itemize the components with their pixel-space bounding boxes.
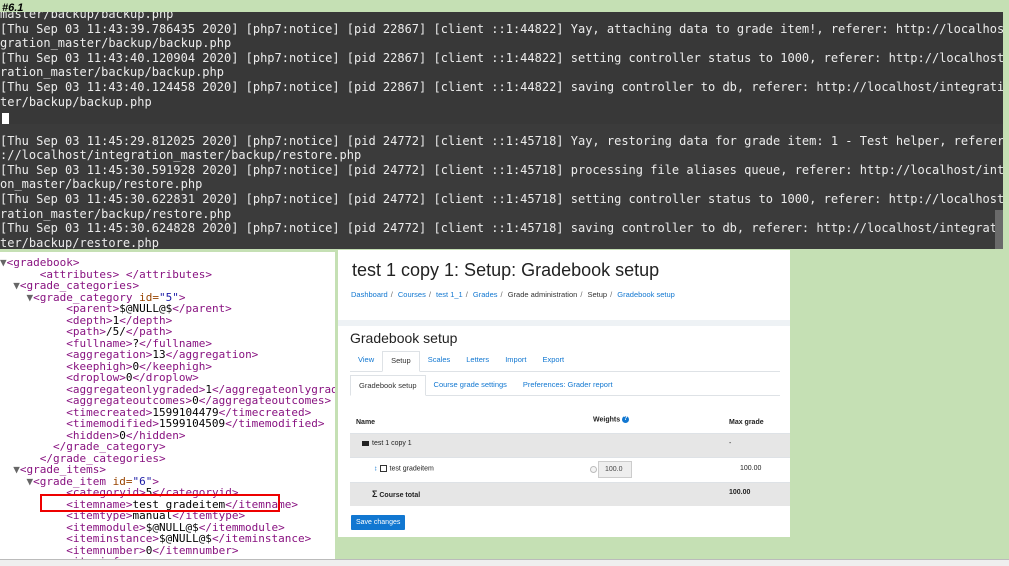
tab-scales[interactable]: Scales — [420, 351, 459, 371]
table-row-item: ↕ test gradeitem 100.0 100.00 — [350, 457, 790, 482]
breadcrumb-course[interactable]: test 1_1 — [436, 290, 463, 299]
weight-input[interactable]: 100.0 — [598, 461, 632, 478]
log-line: [Thu Sep 03 11:45:30.622831 2020] [php7:… — [0, 191, 1003, 206]
subtab-course-grade-settings[interactable]: Course grade settings — [426, 375, 515, 395]
breadcrumb-dashboard[interactable]: Dashboard — [351, 290, 388, 299]
category-name: test 1 copy 1 — [372, 440, 412, 447]
log-line: ration_master/backup/restore.php — [0, 206, 232, 221]
table-row-total: Σ Course total 100.00 — [350, 482, 790, 506]
breadcrumb-grades[interactable]: Grades — [473, 290, 498, 299]
section-heading: Gradebook setup — [350, 330, 458, 346]
gradebook-table: Name Weights ? Max grade test 1 copy 1 -… — [350, 413, 790, 506]
header-divider — [338, 320, 790, 326]
terminal-cursor — [2, 113, 9, 124]
folder-icon — [362, 440, 369, 446]
col-name: Name — [356, 419, 376, 426]
log-line: [Thu Sep 03 11:45:29.812025 2020] [php7:… — [0, 133, 1003, 148]
item-name: test gradeitem — [389, 465, 434, 473]
tab-setup[interactable]: Setup — [382, 351, 420, 372]
log-line: on_master/backup/restore.php — [0, 177, 203, 192]
terminal-bottom: [Thu Sep 03 11:45:29.812025 2020] [php7:… — [0, 124, 1003, 249]
log-line: ter/backup/restore.php — [0, 235, 159, 249]
terminal-top: master/backup/backup.php [Thu Sep 03 11:4… — [0, 12, 1003, 124]
breadcrumb-grade-admin: Grade administration — [507, 290, 578, 299]
page-title: test 1 copy 1: Setup: Gradebook setup — [352, 260, 660, 280]
sigma-icon: Σ — [372, 489, 378, 499]
log-line: [Thu Sep 03 11:43:40.124458 2020] [php7:… — [0, 79, 1003, 94]
log-line: [Thu Sep 03 11:45:30.591928 2020] [php7:… — [0, 162, 1003, 177]
tab-export[interactable]: Export — [534, 351, 572, 371]
log-line: master/backup/backup.php — [0, 12, 174, 21]
log-line: [Thu Sep 03 11:43:39.786435 2020] [php7:… — [0, 21, 1003, 36]
item-max: 100.00 — [740, 465, 762, 472]
move-icon[interactable]: ↕ — [374, 465, 378, 472]
subtab-gradebook-setup[interactable]: Gradebook setup — [350, 375, 426, 396]
log-line: ://localhost/integration_master/backup/r… — [0, 148, 362, 163]
table-header: Name Weights ? Max grade — [350, 413, 790, 433]
tab-import[interactable]: Import — [497, 351, 534, 371]
breadcrumb-setup: Setup — [587, 290, 608, 299]
log-line: [Thu Sep 03 11:43:40.120904 2020] [php7:… — [0, 50, 1003, 65]
xml-viewer: ▼<gradebook> <attributes> </attributes> … — [0, 252, 335, 565]
total-max: 100.00 — [729, 489, 751, 496]
terminal-scrollbar[interactable] — [995, 210, 1003, 249]
log-line: ration_master/backup/backup.php — [0, 65, 224, 80]
breadcrumb-gradebook-setup[interactable]: Gradebook setup — [617, 290, 675, 299]
tab-letters[interactable]: Letters — [458, 351, 497, 371]
gradebook-setup-page: test 1 copy 1: Setup: Gradebook setup Da… — [338, 250, 790, 537]
help-icon[interactable]: ? — [622, 416, 630, 423]
gradebook-tabs: View Setup Scales Letters Import Export — [350, 351, 780, 372]
itemname-highlight — [40, 494, 280, 512]
weight-override-radio[interactable] — [590, 466, 597, 473]
log-line: ter/backup/backup.php — [0, 94, 152, 109]
total-name: Course total — [379, 492, 421, 499]
col-weights: Weights — [593, 416, 621, 424]
log-line: [Thu Sep 03 11:45:30.624828 2020] [php7:… — [0, 221, 1003, 236]
category-max: - — [729, 440, 732, 447]
item-checkbox[interactable] — [379, 465, 387, 472]
save-changes-button[interactable]: Save changes — [351, 515, 406, 530]
setup-subtabs: Gradebook setup Course grade settings Pr… — [350, 375, 780, 396]
tab-view[interactable]: View — [350, 351, 382, 371]
breadcrumb-courses[interactable]: Courses — [398, 290, 426, 299]
subtab-grader-report-prefs[interactable]: Preferences: Grader report — [515, 375, 621, 395]
breadcrumb: Dashboard / Courses / test 1_1/ Grades / Gr… — [351, 290, 675, 299]
table-row-category: test 1 copy 1 - — [350, 433, 790, 457]
log-line: gration_master/backup/backup.php — [0, 36, 232, 51]
col-max-grade: Max grade — [729, 419, 764, 426]
